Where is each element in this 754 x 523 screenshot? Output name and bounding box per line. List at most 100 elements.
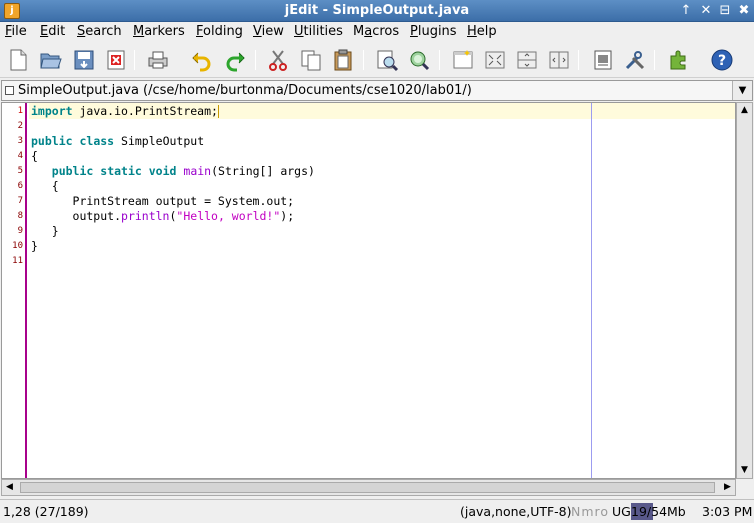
scroll-down-arrow-icon[interactable]: ▼	[737, 463, 752, 478]
code-line: public static void main(String[] args)	[31, 164, 315, 179]
menu-utilities[interactable]: Utilities	[294, 24, 343, 39]
menu-label: arkers	[144, 24, 185, 39]
toolbar-separator	[134, 50, 135, 70]
menu-view[interactable]: View	[253, 24, 284, 39]
buffer-switcher-bar: SimpleOutput.java (/cse/home/burtonma/Do…	[0, 79, 754, 102]
code-token: SimpleOutput	[114, 134, 205, 148]
undo-icon[interactable]	[189, 47, 215, 73]
main-toolbar: ?	[0, 42, 754, 78]
menu-label: M	[353, 24, 365, 39]
edit-mode-flags[interactable]: Nmro	[571, 504, 609, 519]
scroll-right-arrow-icon[interactable]: ▶	[720, 480, 735, 495]
keep-above-button[interactable]: ↑	[677, 2, 695, 20]
caret-position[interactable]: 1,28 (27/189)	[3, 504, 89, 519]
menu-edit[interactable]: Edit	[40, 24, 65, 39]
split-vertical-icon[interactable]	[546, 47, 572, 73]
split-horizontal-icon[interactable]	[514, 47, 540, 73]
help-icon[interactable]: ?	[709, 47, 735, 73]
global-options-icon[interactable]	[622, 47, 648, 73]
menu-plugins[interactable]: Plugins	[410, 24, 457, 39]
menu-markers[interactable]: Markers	[133, 24, 185, 39]
menu-help[interactable]: Help	[467, 24, 497, 39]
line-number: 8	[17, 211, 23, 221]
menu-mnemonic: F	[196, 24, 204, 39]
menu-label: elp	[476, 24, 497, 39]
gutter[interactable]: 1 2 3 4 5 6 7 8 9 10 11	[2, 103, 27, 478]
new-view-icon[interactable]	[450, 47, 476, 73]
line-number: 1	[17, 106, 23, 116]
code-line: {	[31, 149, 38, 164]
buffer-label: SimpleOutput.java (/cse/home/burtonma/Do…	[18, 83, 472, 98]
copy-icon[interactable]	[298, 47, 324, 73]
menu-file[interactable]: File	[5, 24, 27, 39]
code-line: import java.io.PrintStream;	[31, 104, 219, 119]
menu-mnemonic: U	[294, 24, 304, 39]
scroll-up-arrow-icon[interactable]: ▲	[737, 103, 752, 118]
line-number: 11	[12, 256, 23, 266]
menu-macros[interactable]: Macros	[353, 24, 399, 39]
menu-mnemonic: M	[133, 24, 145, 39]
buffer-switcher[interactable]: SimpleOutput.java (/cse/home/burtonma/Do…	[1, 80, 753, 101]
status-bar: 1,28 (27/189) (java,none,UTF-8) Nmro UG …	[0, 499, 754, 523]
code-line: public class SimpleOutput	[31, 134, 204, 149]
title-bar: j jEdit - SimpleOutput.java ↑ ✕ ⊟ ✖	[0, 0, 754, 22]
code-token: public	[31, 134, 73, 148]
menu-label: olding	[203, 24, 243, 39]
close-window-button[interactable]: ✖	[735, 2, 753, 20]
horizontal-scroll-thumb[interactable]	[20, 482, 715, 493]
menu-search[interactable]: Search	[77, 24, 122, 39]
code-token: {	[31, 149, 38, 163]
chevron-down-icon[interactable]: ▼	[732, 81, 752, 100]
toolbar-separator	[439, 50, 440, 70]
code-token: java.io.PrintStream;	[72, 104, 218, 118]
menu-label: tilities	[303, 24, 343, 39]
open-file-icon[interactable]	[38, 47, 64, 73]
minimize-button[interactable]: ✕	[697, 2, 715, 20]
code-line: {	[31, 179, 59, 194]
menu-label: ile	[11, 24, 27, 39]
scroll-left-arrow-icon[interactable]: ◀	[2, 480, 17, 495]
code-token: }	[31, 239, 38, 253]
code-token: main	[183, 164, 212, 178]
code-line: output.println("Hello, world!");	[31, 209, 295, 224]
menu-mnemonic: E	[40, 24, 49, 39]
horizontal-scrollbar[interactable]: ◀ ▶	[1, 479, 736, 496]
buffer-options-icon[interactable]	[590, 47, 616, 73]
paste-icon[interactable]	[330, 47, 356, 73]
code-token: output.	[31, 209, 122, 223]
svg-text:?: ?	[718, 53, 726, 69]
line-number: 9	[17, 226, 23, 236]
menu-label: dit	[48, 24, 66, 39]
text-area[interactable]: 1 2 3 4 5 6 7 8 9 10 11 import java.io.PrintStream…	[1, 102, 736, 479]
unsplit-icon[interactable]	[482, 47, 508, 73]
menu-mnemonic: H	[467, 24, 477, 39]
new-file-icon[interactable]	[5, 47, 31, 73]
line-number: 7	[17, 196, 23, 206]
buffer-dirty-indicator	[5, 86, 14, 95]
find-in-files-icon[interactable]	[406, 47, 432, 73]
menu-folding[interactable]: Folding	[196, 24, 243, 39]
ug-indicator[interactable]: UG	[612, 504, 631, 519]
close-file-icon[interactable]	[103, 47, 129, 73]
buffer-mode-info[interactable]: (java,none,UTF-8)	[460, 504, 572, 519]
find-icon[interactable]	[374, 47, 400, 73]
vertical-scrollbar[interactable]: ▲ ▼	[736, 102, 753, 479]
menu-mnemonic: P	[410, 24, 418, 39]
line-number: 4	[17, 151, 23, 161]
memory-status[interactable]: 19/54Mb	[631, 503, 693, 520]
code-token: class	[79, 134, 115, 148]
cut-icon[interactable]	[265, 47, 291, 73]
print-icon[interactable]	[145, 47, 171, 73]
save-file-icon[interactable]	[71, 47, 97, 73]
code-token: {	[31, 179, 59, 193]
menu-label: earch	[85, 24, 122, 39]
menu-label: iew	[261, 24, 284, 39]
memory-text: 19/54Mb	[631, 504, 686, 519]
code-token: static	[100, 164, 142, 178]
redo-icon[interactable]	[222, 47, 248, 73]
maximize-button[interactable]: ⊟	[716, 2, 734, 20]
plugin-manager-icon[interactable]	[666, 47, 692, 73]
text-caret	[217, 105, 219, 118]
menu-mnemonic: V	[253, 24, 262, 39]
